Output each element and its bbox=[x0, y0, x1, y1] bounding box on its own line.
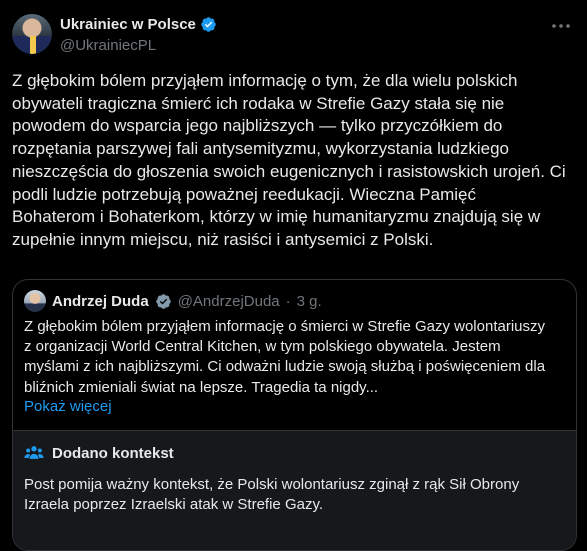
quoted-post-header: Andrzej Duda @AndrzejDuda · 3 g. bbox=[24, 290, 322, 312]
post-text: Z głębokim bólem przyjąłem informację o … bbox=[12, 71, 566, 249]
author-avatar[interactable] bbox=[12, 14, 52, 54]
quoted-author-avatar[interactable] bbox=[24, 290, 46, 312]
community-note-header: Dodano kontekst bbox=[24, 443, 174, 463]
community-note-title: Dodano kontekst bbox=[52, 444, 174, 462]
post-author: Ukrainiec w Polsce @UkrainiecPL bbox=[60, 16, 217, 54]
quoted-post[interactable]: Andrzej Duda @AndrzejDuda · 3 g. Z głębo… bbox=[12, 279, 577, 551]
author-name-row[interactable]: Ukrainiec w Polsce bbox=[60, 16, 217, 33]
author-handle[interactable]: @UkrainiecPL bbox=[60, 37, 217, 54]
community-note-text: Post pomija ważny kontekst, że Polski wo… bbox=[24, 476, 520, 513]
quoted-author-handle[interactable]: @AndrzejDuda bbox=[178, 293, 280, 310]
quoted-author-name[interactable]: Andrzej Duda bbox=[52, 293, 149, 310]
author-name[interactable]: Ukrainiec w Polsce bbox=[60, 16, 196, 33]
quoted-post-time[interactable]: 3 g. bbox=[297, 293, 322, 310]
quoted-post-text: Z głębokim bólem przyjąłem informację o … bbox=[24, 318, 546, 396]
people-icon bbox=[24, 446, 44, 459]
show-more-link[interactable]: Pokaż więcej bbox=[24, 398, 112, 415]
verified-badge-icon bbox=[201, 17, 216, 32]
avatar-detail bbox=[30, 36, 36, 54]
separator-dot: · bbox=[285, 292, 291, 310]
community-note: Dodano kontekst Post pomija ważny kontek… bbox=[13, 430, 576, 550]
more-options-icon[interactable] bbox=[549, 14, 573, 38]
gray-verified-badge-icon bbox=[155, 293, 171, 309]
